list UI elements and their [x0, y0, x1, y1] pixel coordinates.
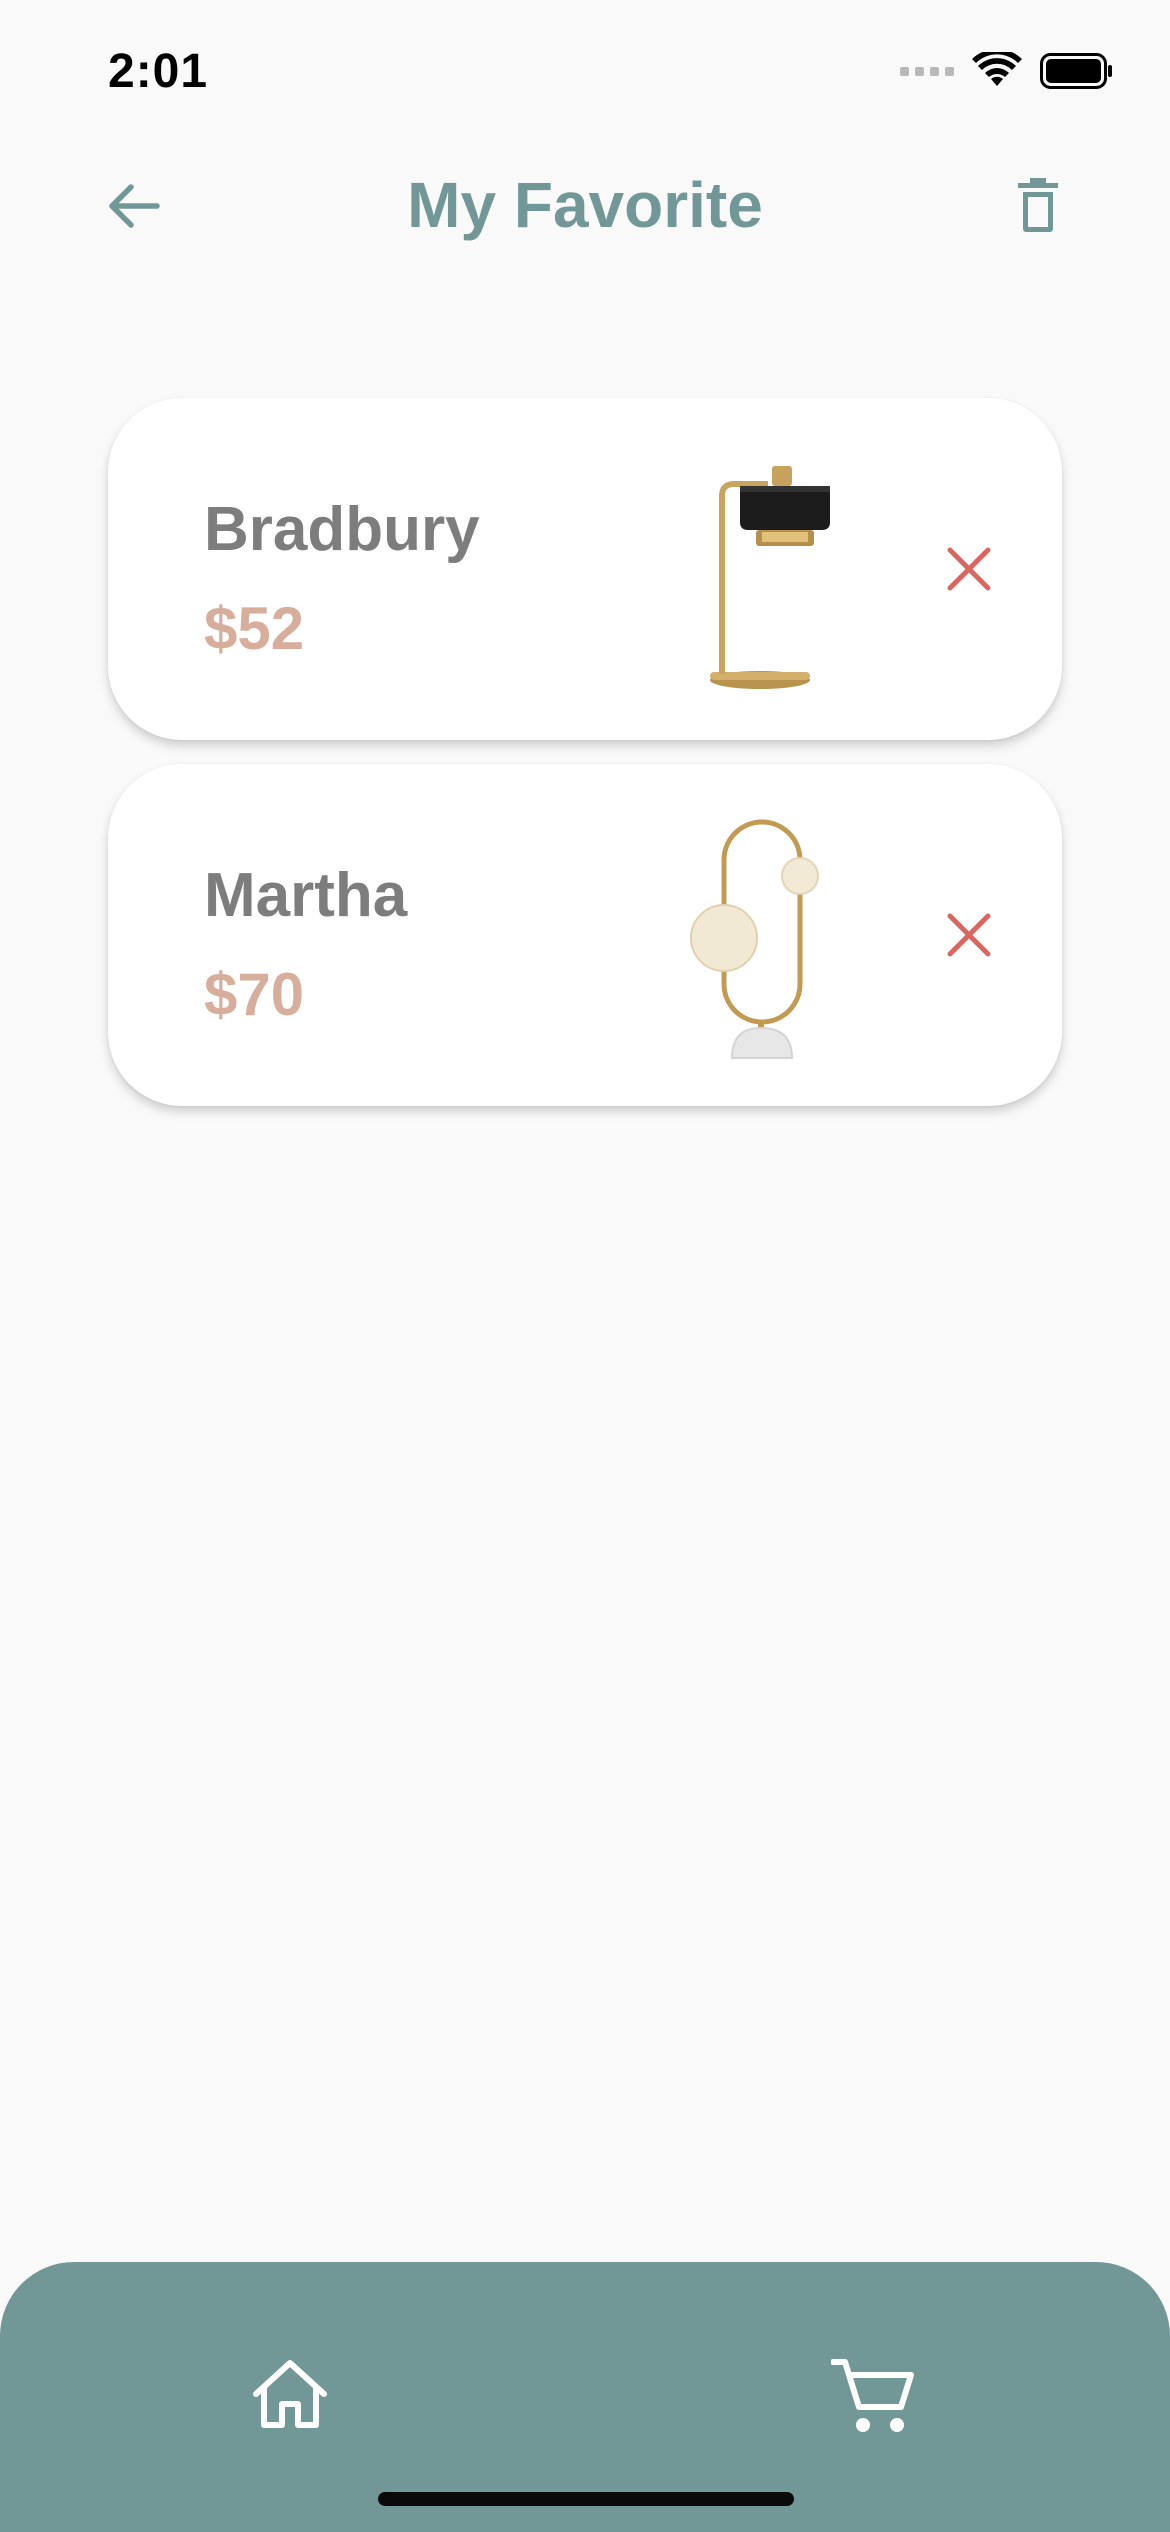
product-image	[710, 466, 830, 689]
favorite-card[interactable]: Bradbury $52	[108, 398, 1062, 740]
close-icon	[947, 547, 991, 591]
favorites-list: Bradbury $52 Martha $70	[108, 398, 1062, 1130]
status-icons	[900, 52, 1114, 90]
close-icon	[947, 913, 991, 957]
delete-all-button[interactable]	[1006, 170, 1070, 240]
cellular-signal-icon	[900, 66, 954, 76]
nav-home-button[interactable]	[248, 2352, 332, 2436]
product-name: Martha	[204, 861, 408, 930]
remove-button[interactable]	[934, 900, 1004, 970]
favorite-card[interactable]: Martha $70	[108, 764, 1062, 1106]
product-name: Bradbury	[204, 495, 480, 564]
home-icon	[253, 2360, 327, 2428]
battery-icon	[1040, 53, 1112, 89]
trash-icon	[1018, 178, 1058, 232]
nav-cart-button[interactable]	[830, 2354, 916, 2440]
product-price: $70	[204, 961, 305, 1028]
page-title: My Favorite	[407, 169, 763, 241]
wifi-icon	[972, 52, 1022, 86]
remove-button[interactable]	[934, 534, 1004, 604]
product-price: $52	[204, 595, 305, 662]
status-time: 2:01	[108, 45, 209, 98]
cart-icon	[831, 2359, 914, 2432]
product-image	[690, 819, 819, 1059]
status-bar: 2:01	[0, 0, 1170, 140]
header: My Favorite	[0, 150, 1170, 260]
home-indicator[interactable]	[378, 2492, 794, 2506]
